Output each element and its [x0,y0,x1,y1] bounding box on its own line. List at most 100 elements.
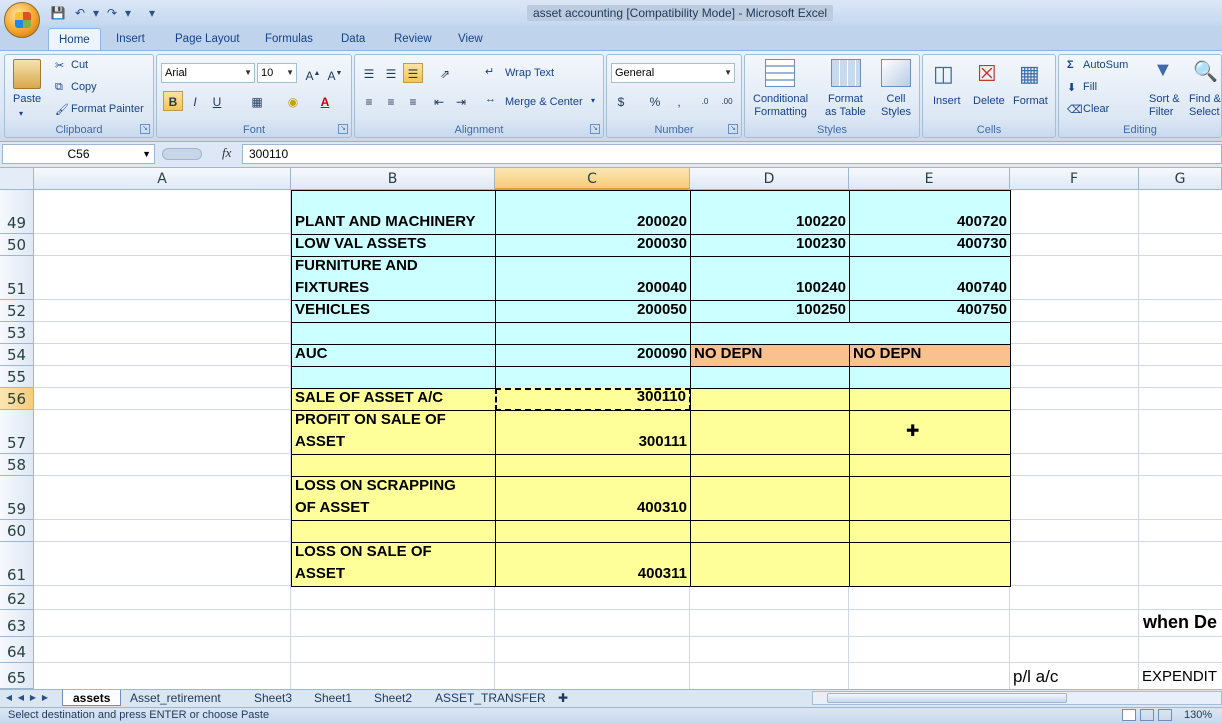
cell-e55[interactable] [849,366,1011,389]
cell-b51[interactable]: FURNITURE AND FIXTURES [291,256,496,301]
cell-d56[interactable] [690,388,850,411]
next-sheet-icon[interactable]: ▶ [28,691,38,705]
merge-center-icon[interactable]: ↔ [485,93,496,105]
row-header-53[interactable]: 53 [0,322,34,344]
copy-icon[interactable]: ⧉ [55,81,63,94]
autosum-button[interactable]: AutoSum [1083,59,1128,71]
cell-d54[interactable]: NO DEPN [690,344,850,367]
cell-b54[interactable]: AUC [291,344,496,367]
align-middle-icon[interactable]: ☰ [381,63,401,83]
sheet-tab-asset-transfer[interactable]: ASSET_TRANSFER [425,690,556,706]
italic-icon[interactable]: I [185,91,205,111]
row-header-56[interactable]: 56 [0,388,34,410]
cell-d60[interactable] [690,520,850,543]
row-header-49[interactable]: 49 [0,190,34,234]
align-right-icon[interactable]: ≡ [403,91,423,111]
cell-d49[interactable]: 100220 [690,190,850,235]
row-header-57[interactable]: 57 [0,410,34,454]
cell-b58[interactable] [291,454,496,477]
insert-sheet-icon[interactable]: ✚ [552,690,574,706]
clipboard-launcher-icon[interactable]: ↘ [140,124,150,134]
cell-c54[interactable]: 200090 [495,344,691,367]
cell-c56-selected[interactable]: 300110 [495,388,691,411]
paste-icon[interactable] [13,59,41,89]
clear-button[interactable]: Clear [1083,103,1109,115]
insert-cells-button[interactable]: Insert [933,95,961,107]
cell-c60[interactable] [495,520,691,543]
formula-input[interactable]: 300110 [242,144,1222,164]
cell-styles-button[interactable]: Cell Styles [881,93,911,119]
sheet-tab-asset-retirement[interactable]: Asset_retirement [120,690,231,706]
format-painter-icon[interactable]: 🖌 [55,103,69,116]
borders-icon[interactable]: ▦ [247,91,267,111]
format-as-table-icon[interactable] [831,59,861,87]
cell-d52[interactable]: 100250 [690,300,850,323]
redo-dropdown-icon[interactable]: ▾ [120,5,136,21]
row-header-52[interactable]: 52 [0,300,34,322]
cell-f65[interactable]: p/l a/c [1013,666,1133,688]
sheet-tab-sheet3[interactable]: Sheet3 [244,690,302,706]
currency-icon[interactable]: $ [611,91,631,111]
column-header-a[interactable]: A [34,168,291,190]
name-box[interactable]: C56 ▼ [2,144,155,164]
horizontal-scrollbar[interactable] [812,691,1222,705]
cell-d51[interactable]: 100240 [690,256,850,301]
increase-decimal-icon[interactable]: .0 [695,91,715,111]
alignment-launcher-icon[interactable]: ↘ [590,124,600,134]
paste-dropdown-icon[interactable]: ▾ [19,109,23,118]
customize-qat-icon[interactable]: ▾ [144,5,160,21]
cell-b61[interactable]: LOSS ON SALE OF ASSET [291,542,496,587]
merge-dropdown-icon[interactable]: ▾ [591,96,595,105]
cell-g65[interactable]: EXPENDIT [1142,666,1222,688]
tab-review[interactable]: Review [384,28,442,50]
tab-formulas[interactable]: Formulas [255,28,323,50]
cell-d59[interactable] [690,476,850,521]
cell-g63[interactable]: when De [1140,610,1222,636]
shrink-font-icon[interactable]: A▼ [325,63,345,83]
cell-c61[interactable]: 400311 [495,542,691,587]
decrease-indent-icon[interactable]: ⇤ [429,91,449,111]
font-size-dropdown-icon[interactable]: ▼ [286,64,294,82]
cell-c51[interactable]: 200040 [495,256,691,301]
column-header-g[interactable]: G [1139,168,1222,190]
find-select-icon[interactable]: 🔍 [1193,59,1218,84]
tab-data[interactable]: Data [331,28,375,50]
merge-center-button[interactable]: Merge & Center [505,96,583,108]
cell-e58[interactable] [849,454,1011,477]
row-header-62[interactable]: 62 [0,586,34,610]
cell-styles-icon[interactable] [881,59,911,87]
decrease-decimal-icon[interactable]: .00 [717,91,737,111]
font-name-dropdown-icon[interactable]: ▼ [244,64,252,82]
redo-icon[interactable]: ↷ [104,5,120,21]
underline-icon[interactable]: U [207,91,227,111]
page-layout-view-icon[interactable] [1140,709,1154,721]
cell-e54[interactable]: NO DEPN [849,344,1011,367]
insert-cells-icon[interactable]: ◫ [933,61,954,87]
clear-icon[interactable]: ⌫ [1067,103,1083,116]
cell-b60[interactable] [291,520,496,543]
sheet-tab-assets[interactable]: assets [62,690,122,706]
cell-e60[interactable] [849,520,1011,543]
wrap-text-icon[interactable]: ↵ [485,65,494,78]
undo-dropdown-icon[interactable]: ▾ [88,5,104,21]
format-cells-icon[interactable]: ▦ [1019,61,1040,87]
row-header-55[interactable]: 55 [0,366,34,388]
delete-cells-icon[interactable]: ☒ [977,61,997,87]
align-center-icon[interactable]: ≡ [381,91,401,111]
format-cells-button[interactable]: Format [1013,95,1048,107]
orientation-icon[interactable]: ⇗ [435,63,455,83]
insert-function-icon[interactable]: fx [222,145,231,161]
row-header-61[interactable]: 61 [0,542,34,586]
increase-indent-icon[interactable]: ⇥ [451,91,471,111]
cell-e57[interactable] [849,410,1011,455]
number-launcher-icon[interactable]: ↘ [728,124,738,134]
cell-e49[interactable]: 400720 [849,190,1011,235]
fill-button[interactable]: Fill [1083,81,1097,93]
save-icon[interactable]: 💾 [50,5,66,21]
column-header-e[interactable]: E [849,168,1010,190]
cell-d58[interactable] [690,454,850,477]
cell-e51[interactable]: 400740 [849,256,1011,301]
name-box-dropdown-icon[interactable]: ▼ [142,145,151,163]
fill-color-icon[interactable]: ◉ [283,91,303,111]
cut-button[interactable]: Cut [71,59,88,71]
